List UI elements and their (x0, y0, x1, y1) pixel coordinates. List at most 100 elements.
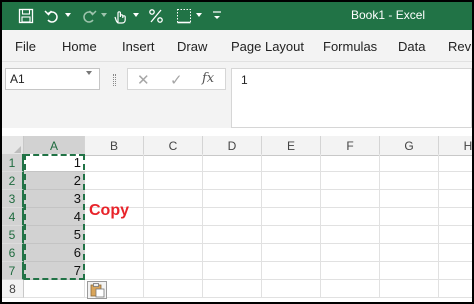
cell-g7[interactable] (380, 262, 439, 280)
cell-f3[interactable] (321, 190, 380, 208)
formula-bar-resize-handle[interactable] (113, 74, 116, 86)
cell-a8[interactable] (24, 280, 85, 298)
cell-d5[interactable] (203, 226, 262, 244)
cell-c8[interactable] (144, 280, 203, 298)
row-header-7[interactable]: 7 (2, 262, 24, 280)
paste-options-button[interactable] (87, 281, 107, 299)
cell-e4[interactable] (262, 208, 321, 226)
tab-page-layout[interactable]: Page Layout (231, 39, 304, 54)
cell-d8[interactable] (203, 280, 262, 298)
undo-dropdown-icon[interactable] (65, 13, 71, 17)
cell-g2[interactable] (380, 172, 439, 190)
tab-data[interactable]: Data (398, 39, 425, 54)
touch-mode-dropdown-icon[interactable] (133, 13, 139, 17)
tab-draw[interactable]: Draw (177, 39, 207, 54)
cell-a2[interactable]: 2 (24, 172, 85, 190)
cell-c2[interactable] (144, 172, 203, 190)
cell-a6[interactable]: 6 (24, 244, 85, 262)
touch-mode-icon[interactable] (110, 5, 130, 27)
cell-c4[interactable] (144, 208, 203, 226)
row-header-6[interactable]: 6 (2, 244, 24, 262)
cell-a5[interactable]: 5 (24, 226, 85, 244)
column-header-f[interactable]: F (321, 136, 380, 156)
formula-input[interactable]: 1 (231, 68, 472, 128)
cell-e3[interactable] (262, 190, 321, 208)
column-header-d[interactable]: D (203, 136, 262, 156)
cell-h2[interactable] (439, 172, 472, 190)
column-header-c[interactable]: C (144, 136, 203, 156)
cell-d6[interactable] (203, 244, 262, 262)
cell-a3[interactable]: 3 (24, 190, 85, 208)
row-header-2[interactable]: 2 (2, 172, 24, 190)
cell-g8[interactable] (380, 280, 439, 298)
cell-h1[interactable] (439, 154, 472, 172)
cell-b1[interactable] (85, 154, 144, 172)
worksheet-grid[interactable]: A B C D E F G H 1 2 3 4 5 6 7 8 1 2 3 4 … (2, 136, 472, 302)
cell-g6[interactable] (380, 244, 439, 262)
tab-review[interactable]: Revie (448, 39, 472, 54)
cell-d7[interactable] (203, 262, 262, 280)
cell-g1[interactable] (380, 154, 439, 172)
cell-e6[interactable] (262, 244, 321, 262)
cell-e8[interactable] (262, 280, 321, 298)
cell-a7[interactable]: 7 (24, 262, 85, 280)
cell-h7[interactable] (439, 262, 472, 280)
enter-icon[interactable]: ✓ (170, 71, 183, 89)
row-header-1[interactable]: 1 (2, 154, 24, 172)
row-header-8[interactable]: 8 (2, 280, 24, 298)
borders-dropdown-icon[interactable] (196, 13, 202, 17)
column-header-g[interactable]: G (380, 136, 439, 156)
select-all-button[interactable] (2, 136, 24, 156)
cell-c1[interactable] (144, 154, 203, 172)
customize-qat-icon[interactable] (210, 5, 224, 27)
save-icon[interactable] (16, 5, 36, 27)
tab-formulas[interactable]: Formulas (323, 39, 377, 54)
cell-e1[interactable] (262, 154, 321, 172)
cell-f5[interactable] (321, 226, 380, 244)
redo-dropdown-icon[interactable] (101, 13, 107, 17)
cell-a4[interactable]: 4 (24, 208, 85, 226)
column-header-b[interactable]: B (85, 136, 144, 156)
cell-c6[interactable] (144, 244, 203, 262)
cell-f4[interactable] (321, 208, 380, 226)
cell-c3[interactable] (144, 190, 203, 208)
row-header-5[interactable]: 5 (2, 226, 24, 244)
cell-d4[interactable] (203, 208, 262, 226)
cell-d2[interactable] (203, 172, 262, 190)
cell-a1[interactable]: 1 (24, 154, 85, 172)
cell-h3[interactable] (439, 190, 472, 208)
redo-icon[interactable] (79, 5, 99, 27)
row-header-4[interactable]: 4 (2, 208, 24, 226)
cell-e2[interactable] (262, 172, 321, 190)
column-header-h[interactable]: H (439, 136, 472, 156)
cell-f6[interactable] (321, 244, 380, 262)
cell-h5[interactable] (439, 226, 472, 244)
cell-b6[interactable] (85, 244, 144, 262)
cell-c5[interactable] (144, 226, 203, 244)
tab-home[interactable]: Home (62, 39, 97, 54)
cell-h8[interactable] (439, 280, 472, 298)
tab-insert[interactable]: Insert (122, 39, 155, 54)
name-box-dropdown-icon[interactable] (86, 71, 92, 75)
cell-f7[interactable] (321, 262, 380, 280)
cell-b5[interactable] (85, 226, 144, 244)
cell-b2[interactable] (85, 172, 144, 190)
cell-f1[interactable] (321, 154, 380, 172)
cell-c7[interactable] (144, 262, 203, 280)
cell-g4[interactable] (380, 208, 439, 226)
tab-file[interactable]: File (15, 39, 36, 54)
cell-f8[interactable] (321, 280, 380, 298)
cell-g5[interactable] (380, 226, 439, 244)
column-header-a[interactable]: A (24, 136, 85, 156)
insert-function-button[interactable]: fx (202, 71, 214, 86)
cell-h6[interactable] (439, 244, 472, 262)
cell-g3[interactable] (380, 190, 439, 208)
cell-e5[interactable] (262, 226, 321, 244)
column-header-e[interactable]: E (262, 136, 321, 156)
cell-d1[interactable] (203, 154, 262, 172)
cancel-icon[interactable]: ✕ (137, 71, 150, 89)
cell-e7[interactable] (262, 262, 321, 280)
cell-d3[interactable] (203, 190, 262, 208)
undo-icon[interactable] (42, 5, 62, 27)
row-header-3[interactable]: 3 (2, 190, 24, 208)
